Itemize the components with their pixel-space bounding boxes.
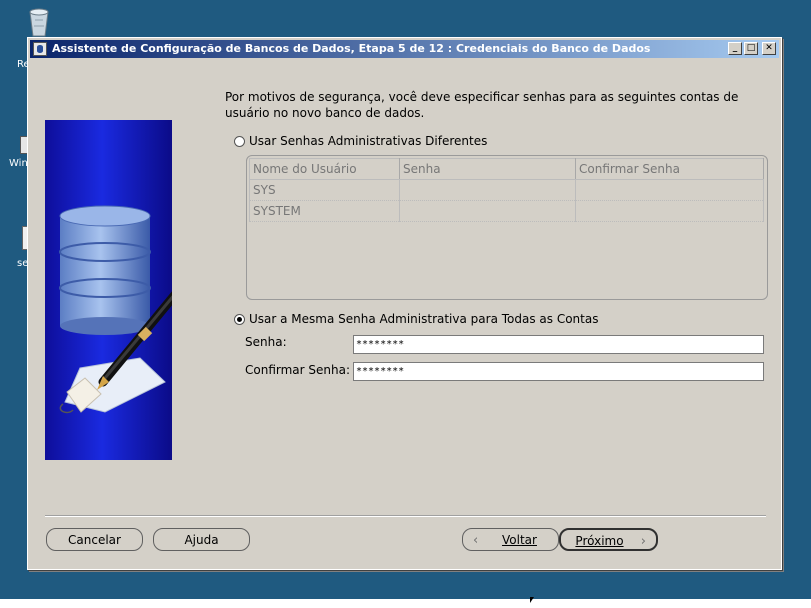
password-field[interactable]: ********: [353, 335, 764, 354]
column-header-password: Senha: [399, 158, 576, 180]
recycle-bin-icon[interactable]: [22, 6, 56, 38]
desktop-bottom-strip: [0, 599, 811, 608]
password-label: Senha:: [245, 335, 287, 349]
accounts-table: Nome do Usuário Senha Confirmar Senha SY…: [249, 158, 764, 222]
password-cell: [399, 200, 576, 222]
window-title: Assistente de Configuração de Bancos de …: [52, 42, 651, 55]
chevron-left-icon: ‹: [473, 533, 479, 548]
confirm-cell: [575, 179, 764, 201]
title-bar[interactable]: Assistente de Configuração de Bancos de …: [30, 40, 779, 58]
option-different-passwords[interactable]: Usar Senhas Administrativas Diferentes: [234, 134, 487, 148]
dbca-window: Assistente de Configuração de Bancos de …: [27, 37, 782, 570]
option-same-label: Usar a Mesma Senha Administrativa para T…: [249, 312, 599, 326]
table-row: SYS: [249, 179, 764, 201]
wizard-illustration: [45, 120, 172, 460]
radio-different-passwords[interactable]: [234, 135, 245, 147]
accounts-table-frame: Nome do Usuário Senha Confirmar Senha SY…: [246, 155, 768, 300]
maximize-button[interactable]: □: [744, 42, 758, 55]
cancel-button[interactable]: Cancelar: [46, 528, 143, 551]
help-label: Ajuda: [184, 533, 219, 547]
back-label: Voltar: [502, 533, 537, 547]
intro-text: Por motivos de segurança, você deve espe…: [225, 90, 739, 120]
option-same-password[interactable]: Usar a Mesma Senha Administrativa para T…: [234, 312, 598, 326]
confirm-password-field[interactable]: ********: [353, 362, 764, 381]
next-label: Próximo: [575, 534, 624, 548]
help-button[interactable]: Ajuda: [153, 528, 250, 551]
footer-separator: [45, 515, 766, 517]
desktop-label-2: Win: [9, 158, 28, 169]
radio-same-password[interactable]: [234, 313, 245, 325]
column-header-username: Nome do Usuário: [249, 158, 400, 180]
username-cell: SYS: [249, 179, 400, 201]
username-cell: SYSTEM: [249, 200, 400, 222]
password-cell: [399, 179, 576, 201]
column-header-confirm: Confirmar Senha: [575, 158, 764, 180]
next-button[interactable]: Próximo ›: [559, 528, 658, 551]
app-database-icon: [33, 42, 47, 56]
confirm-password-label: Confirmar Senha:: [245, 363, 351, 377]
database-pen-illustration: [59, 205, 172, 414]
minimize-button[interactable]: _: [728, 42, 742, 55]
cancel-label: Cancelar: [68, 533, 121, 547]
chevron-right-icon: ›: [640, 534, 646, 549]
back-button[interactable]: ‹ Voltar: [462, 528, 559, 551]
mouse-cursor-icon: [530, 597, 534, 603]
close-button[interactable]: ✕: [762, 42, 776, 55]
table-row: SYSTEM: [249, 200, 764, 222]
confirm-cell: [575, 200, 764, 222]
option-different-label: Usar Senhas Administrativas Diferentes: [249, 134, 488, 148]
